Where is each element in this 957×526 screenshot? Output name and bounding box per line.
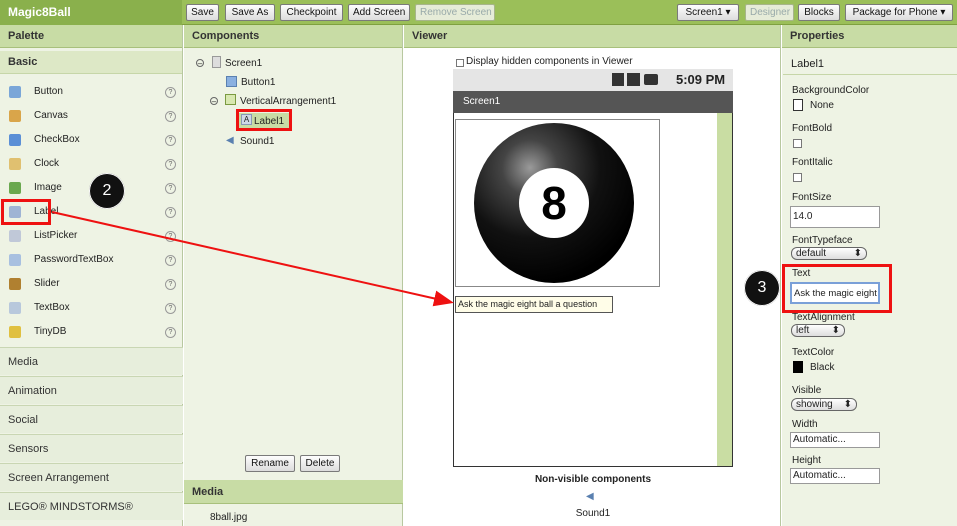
drag-arrow-line	[51, 211, 454, 307]
drag-arrow	[51, 211, 454, 307]
